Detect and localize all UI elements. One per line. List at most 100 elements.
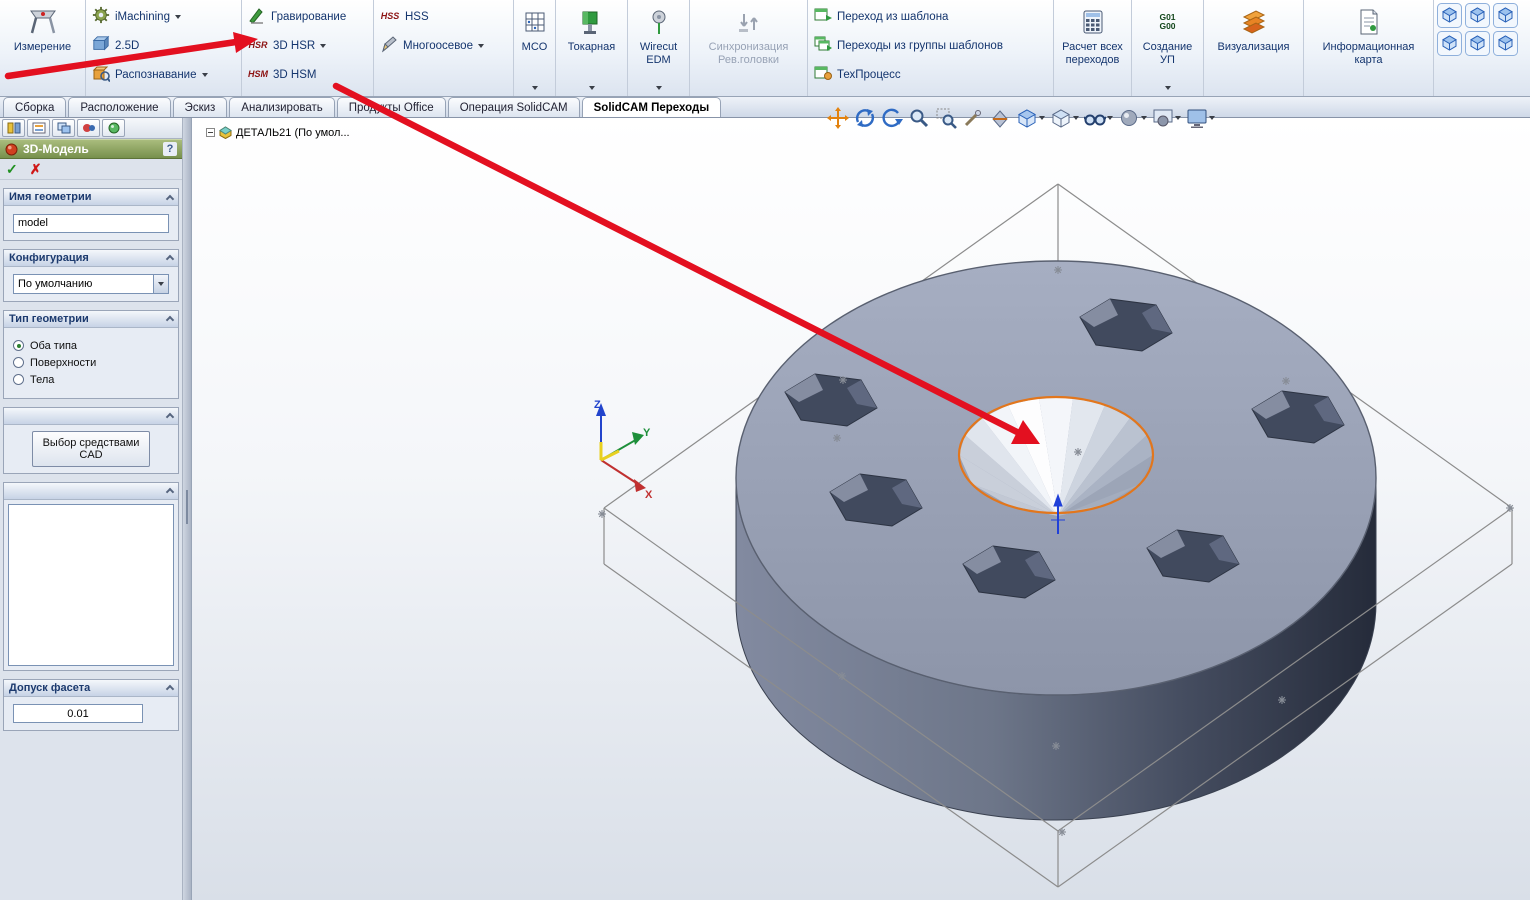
panel-tab-features[interactable] — [2, 119, 25, 137]
chevron-down-icon[interactable] — [531, 86, 538, 90]
chevron-down-icon[interactable] — [201, 72, 208, 77]
section-geometry-name-header[interactable]: Имя геометрии — [4, 189, 178, 206]
panel-splitter[interactable] — [183, 118, 192, 900]
tab-evaluate[interactable]: Анализировать — [229, 97, 335, 117]
collapse-chevron-icon[interactable] — [165, 315, 175, 325]
model-scene[interactable]: Z Y X — [192, 118, 1530, 900]
display-style-icon — [1051, 109, 1071, 128]
fly-through-button[interactable] — [961, 106, 985, 130]
view-cube-icon — [1437, 3, 1462, 28]
3d-hsr-button[interactable]: HSR 3D HSR — [245, 31, 370, 60]
hss-button[interactable]: HSS HSS — [377, 2, 510, 31]
display-style-button[interactable] — [1049, 106, 1080, 130]
tab-layout[interactable]: Расположение — [68, 97, 171, 117]
ribbon-group-infocard: Информационная карта — [1304, 0, 1434, 96]
ok-button[interactable]: ✓ — [6, 162, 18, 176]
rotate-view-button[interactable] — [853, 106, 877, 130]
view-cube-icon — [1493, 31, 1518, 56]
graphics-viewport[interactable]: Z Y X — [192, 118, 1530, 900]
apply-scene-button[interactable] — [1151, 106, 1182, 130]
sync-revolver-button[interactable]: Синхронизация Рев.головки — [693, 2, 804, 94]
disc-model[interactable] — [735, 260, 1377, 821]
configuration-select[interactable]: По умолчанию — [13, 273, 169, 294]
section-geometry-type-header[interactable]: Тип геометрии — [4, 310, 178, 328]
chevron-down-icon[interactable] — [588, 86, 595, 90]
panel-tab-configurations[interactable] — [52, 119, 75, 137]
standard-view-button-4[interactable] — [1436, 30, 1463, 57]
turning-button[interactable]: Токарная — [559, 2, 624, 94]
radio-both-types[interactable]: Оба типа — [13, 340, 169, 352]
selection-listbox[interactable] — [8, 503, 174, 666]
section-configuration-header[interactable]: Конфигурация — [4, 249, 178, 267]
create-nc-button[interactable]: G01 G00 Создание УП — [1135, 2, 1200, 94]
tab-solidcam-operation[interactable]: Операция SolidCAM — [447, 97, 580, 117]
tree-root-label: ДЕТАЛЬ21 (По умол... — [236, 126, 350, 139]
section-selection-list-header[interactable] — [4, 482, 178, 500]
feature-tree-root[interactable]: ДЕТАЛЬ21 (По умол... — [206, 126, 350, 139]
combo-arrow-button[interactable] — [153, 274, 168, 293]
standard-view-button-1[interactable] — [1436, 2, 1463, 29]
radio-surfaces[interactable]: Поверхности — [13, 357, 169, 369]
pan-button[interactable] — [826, 106, 850, 130]
tab-sketch[interactable]: Эскиз — [172, 97, 228, 117]
panel-tab-appearances[interactable] — [102, 119, 125, 137]
calculate-all-button[interactable]: Расчет всех переходов — [1057, 2, 1128, 94]
facet-tolerance-input[interactable] — [13, 704, 143, 723]
geometry-name-input[interactable] — [13, 213, 169, 233]
section-view-button[interactable] — [988, 106, 1012, 130]
template-group-button[interactable]: Переходы из группы шаблонов — [811, 31, 1050, 60]
zoom-area-button[interactable] — [934, 106, 958, 130]
hide-show-button[interactable] — [1083, 106, 1114, 130]
panel-tab-strip — [0, 118, 182, 139]
collapse-chevron-icon[interactable] — [165, 254, 175, 264]
cad-select-button[interactable]: Выбор средствами CAD — [32, 430, 150, 467]
standard-view-button-6[interactable] — [1492, 30, 1519, 57]
template-transition-button[interactable]: Переход из шаблона — [811, 2, 1050, 31]
collapse-chevron-icon[interactable] — [165, 412, 175, 422]
previous-view-button[interactable] — [880, 106, 904, 130]
chevron-down-icon[interactable] — [174, 14, 181, 19]
tab-office-products[interactable]: Продукты Office — [336, 97, 446, 117]
collapse-chevron-icon[interactable] — [165, 194, 175, 203]
wirecut-button[interactable]: Wirecut EDM — [631, 2, 686, 94]
infocard-button[interactable]: Информационная карта — [1307, 2, 1430, 94]
chevron-down-icon — [1209, 116, 1215, 120]
view-settings-button[interactable] — [1185, 106, 1216, 130]
tree-expand-icon[interactable] — [206, 128, 215, 137]
chevron-down-icon[interactable] — [477, 43, 484, 48]
edit-appearance-button[interactable] — [1117, 106, 1148, 130]
zoom-fit-button[interactable] — [907, 106, 931, 130]
panel-tab-properties[interactable] — [27, 119, 50, 137]
3d-hsm-button[interactable]: HSM 3D HSM — [245, 60, 370, 89]
multiaxis-tool-icon — [380, 35, 398, 56]
section-facet-tolerance-header[interactable]: Допуск фасета — [4, 679, 178, 697]
panel-tab-dimxpert[interactable] — [77, 119, 100, 137]
standard-view-button-3[interactable] — [1492, 2, 1519, 29]
view-orientation-button[interactable] — [1015, 106, 1046, 130]
section-facet-tolerance: Допуск фасета — [3, 678, 179, 731]
help-button[interactable]: ? — [163, 142, 177, 156]
radio-bodies[interactable]: Тела — [13, 374, 169, 386]
techprocess-button[interactable]: ТехПроцесс — [811, 60, 1050, 89]
chevron-down-icon[interactable] — [655, 86, 662, 90]
mco-button[interactable]: MCO — [517, 2, 552, 94]
tab-assembly[interactable]: Сборка — [3, 97, 67, 117]
multiaxis-button[interactable]: Многоосевое — [377, 31, 510, 60]
engraving-button[interactable]: Гравирование — [245, 2, 370, 31]
cancel-button[interactable]: ✗ — [30, 162, 42, 176]
standard-view-button-2[interactable] — [1464, 2, 1491, 29]
visualization-button[interactable]: Визуализация — [1207, 2, 1300, 94]
chevron-down-icon[interactable] — [1164, 86, 1171, 90]
measure-button[interactable]: Измерение — [3, 2, 82, 94]
25d-button[interactable]: 2.5D — [89, 31, 238, 60]
recognition-button[interactable]: Распознавание — [89, 60, 238, 89]
collapse-chevron-icon[interactable] — [165, 684, 175, 694]
imachining-button[interactable]: iMachining — [89, 2, 238, 31]
dimxpert-icon — [82, 124, 95, 132]
ribbon-group-hsm: Гравирование HSR 3D HSR HSM 3D HSM — [242, 0, 374, 96]
tab-solidcam-transitions[interactable]: SolidCAM Переходы — [581, 97, 722, 117]
chevron-down-icon[interactable] — [320, 43, 327, 48]
section-cad-selection-header[interactable] — [4, 407, 178, 425]
collapse-chevron-icon[interactable] — [165, 487, 175, 497]
standard-view-button-5[interactable] — [1464, 30, 1491, 57]
